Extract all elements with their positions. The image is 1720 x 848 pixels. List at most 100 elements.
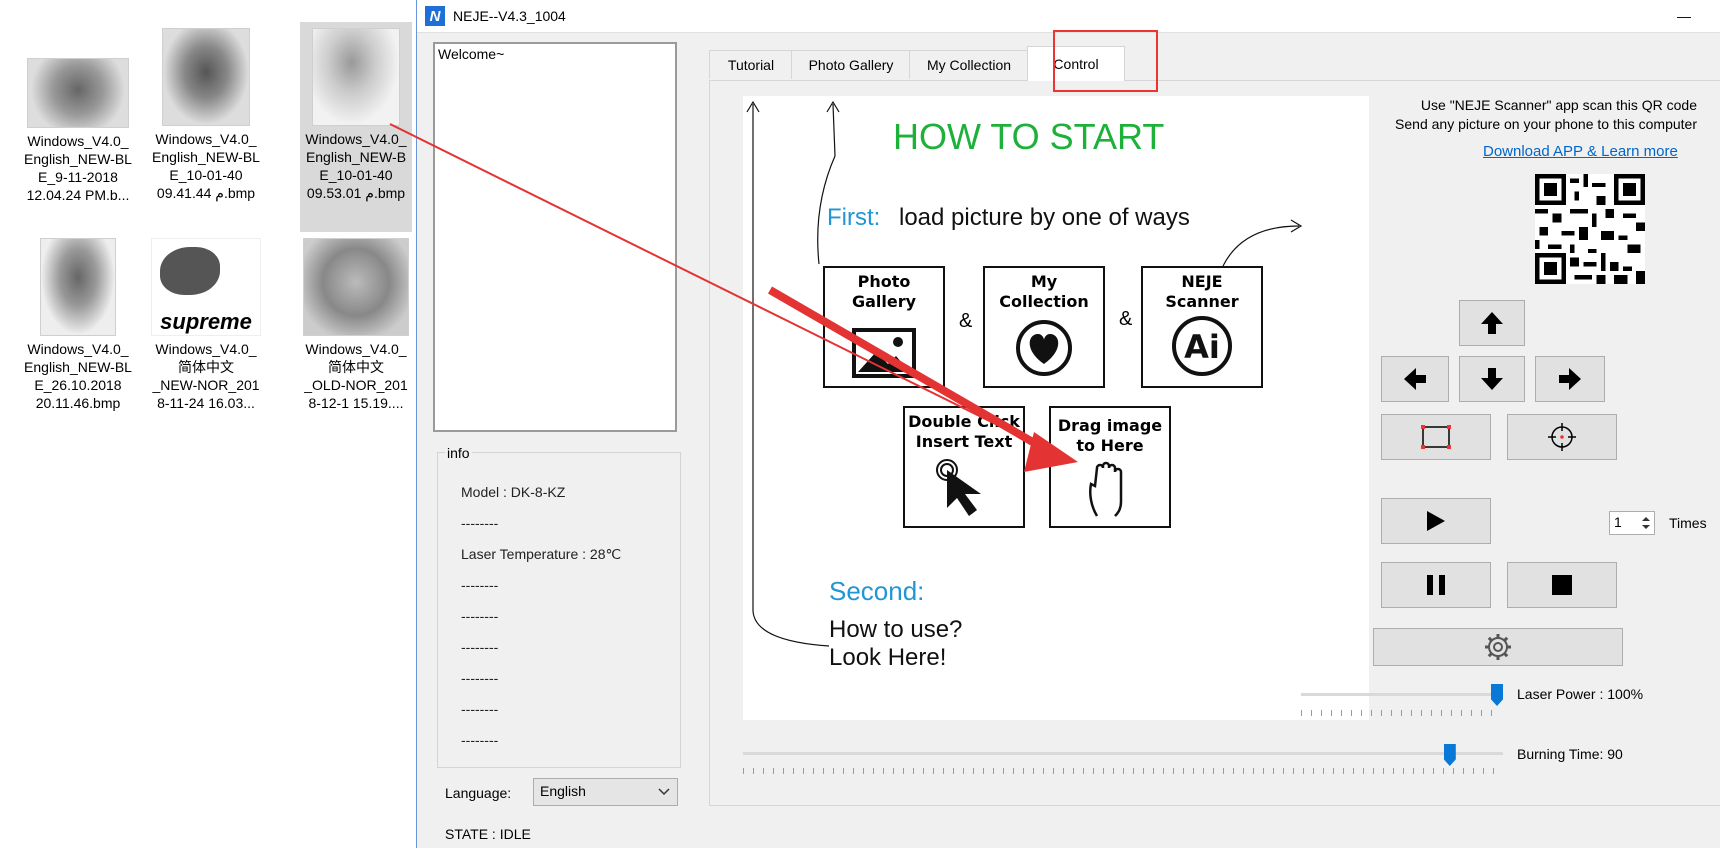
svg-text:Ai: Ai	[1184, 328, 1220, 366]
how-to-start-title: HOW TO START	[893, 116, 1165, 157]
bulldog-thumbnail	[27, 58, 129, 128]
second-label: Second:	[829, 576, 925, 606]
play-icon	[1427, 511, 1445, 531]
card-label: NEJE Scanner	[1165, 272, 1239, 311]
portrait-thumbnail	[40, 238, 116, 336]
move-right-button[interactable]	[1535, 356, 1605, 402]
times-stepper[interactable]: 1	[1609, 511, 1655, 535]
buddha-thumbnail	[303, 238, 409, 336]
laser-temperature: Laser Temperature : 28℃	[461, 546, 622, 562]
laser-power-track[interactable]	[1301, 693, 1501, 696]
language-select[interactable]: English	[533, 778, 678, 806]
portrait-thumbnail	[312, 28, 400, 126]
card-label: Double Click Insert Text	[908, 412, 1020, 451]
pause-button[interactable]	[1381, 562, 1491, 608]
card-label: Drag image to Here	[1057, 416, 1163, 455]
desktop-file-4[interactable]: Windows_V4.0_ English_NEW-BL E_26.10.2018 2…	[22, 232, 134, 412]
tab-my-collection[interactable]: My Collection	[909, 50, 1029, 79]
qr-code	[1535, 174, 1645, 284]
window-title: NEJE--V4.3_1004	[453, 8, 566, 24]
ampersand: &	[959, 310, 973, 332]
frame-icon	[1421, 425, 1451, 449]
burning-time-label: Burning Time: 90	[1517, 746, 1623, 762]
supreme-thumbnail: supreme	[151, 238, 261, 336]
desktop-file-5[interactable]: supreme Windows_V4.0_ 简体中文 _NEW-NOR_201 8-1…	[150, 232, 262, 412]
crosshair-icon	[1548, 423, 1576, 451]
qr-line-1: Use "NEJE Scanner" app scan this QR code	[1420, 97, 1697, 113]
gear-icon	[1485, 634, 1511, 660]
move-left-button[interactable]	[1381, 356, 1449, 402]
settings-button[interactable]	[1373, 628, 1623, 666]
desktop-file-1[interactable]: Windows_V4.0_ English_NEW-BL E_9-11-2018 12…	[22, 22, 134, 204]
arrow-left-icon	[1404, 368, 1426, 390]
neje-app-icon: N	[425, 6, 445, 26]
spinner-arrows-icon[interactable]	[1640, 514, 1652, 532]
download-app-link[interactable]: Download APP & Learn more	[1483, 143, 1678, 160]
card-label: Photo Gallery	[851, 272, 917, 311]
my-collection-card: My Collection	[983, 266, 1105, 388]
photo-gallery-card: Photo Gallery	[823, 266, 945, 388]
file-name: Windows_V4.0_ 简体中文 _NEW-NOR_201 8-11-24 16.…	[152, 341, 260, 411]
language-value: English	[540, 783, 586, 799]
tab-highlight-outline	[1053, 30, 1158, 92]
move-down-button[interactable]	[1459, 356, 1525, 402]
first-label: First:	[827, 204, 881, 231]
desktop-file-6[interactable]: Windows_V4.0_ 简体中文 _OLD-NOR_201 8-12-1 15.1…	[300, 232, 412, 412]
info-separator: --------	[461, 701, 499, 717]
burning-time-ticks	[743, 768, 1503, 774]
neje-app-window: N NEJE--V4.3_1004 — Welcome~ info Model …	[416, 0, 1720, 848]
welcome-log: Welcome~	[433, 42, 677, 432]
cartoon-figure	[160, 247, 220, 295]
howto-line-2: Look Here!	[829, 644, 947, 671]
desktop-file-2[interactable]: Windows_V4.0_ English_NEW-BL E_10-01-40 09.…	[150, 22, 262, 202]
file-name: Windows_V4.0_ English_NEW-B E_10-01-40 09.5…	[305, 131, 407, 201]
times-value: 1	[1614, 514, 1622, 530]
qr-instructions: Use "NEJE Scanner" app scan this QR code…	[1357, 96, 1697, 134]
stop-icon	[1552, 575, 1572, 595]
arrow-down-icon	[1481, 368, 1503, 390]
tab-photo-gallery[interactable]: Photo Gallery	[791, 50, 911, 79]
language-label: Language:	[445, 785, 512, 801]
burning-time-track[interactable]	[743, 752, 1503, 755]
file-name: Windows_V4.0_ English_NEW-BL E_9-11-2018 12…	[24, 133, 132, 203]
file-name: Windows_V4.0_ 简体中文 _OLD-NOR_201 8-12-1 15.1…	[304, 341, 408, 411]
card-label: My Collection	[999, 272, 1089, 311]
neje-scanner-card: NEJE Scanner Ai	[1141, 266, 1263, 388]
ampersand: &	[1119, 308, 1133, 330]
preview-frame-button[interactable]	[1381, 414, 1491, 460]
arrow-right-icon	[1559, 368, 1581, 390]
cursor-icon	[905, 454, 1023, 518]
file-name: Windows_V4.0_ English_NEW-BL E_26.10.2018 2…	[24, 341, 132, 411]
howto-line-1: How to use?	[829, 616, 963, 643]
info-separator: --------	[461, 639, 499, 655]
minimize-button[interactable]: —	[1661, 0, 1707, 32]
center-button[interactable]	[1507, 414, 1617, 460]
laser-power-label: Laser Power : 100%	[1517, 686, 1644, 702]
model-info: Model : DK-8-KZ	[461, 484, 566, 500]
hand-icon	[1051, 458, 1169, 518]
status-text: STATE : IDLE	[445, 826, 531, 842]
how-to-use-link[interactable]: How to use? Look Here!	[829, 616, 962, 672]
info-legend: info	[445, 445, 472, 461]
qr-line-2: Send any picture on your phone to this c…	[1395, 116, 1697, 132]
heart-icon	[985, 318, 1103, 378]
tab-label: Tutorial	[727, 57, 775, 73]
first-text: load picture by one of ways	[899, 204, 1190, 231]
image-canvas[interactable]: HOW TO START First: load picture by one …	[743, 96, 1369, 720]
pause-icon	[1427, 575, 1445, 595]
move-up-button[interactable]	[1459, 300, 1525, 346]
ampersand: &	[1027, 450, 1041, 472]
info-separator: --------	[461, 577, 499, 593]
chevron-down-icon	[658, 788, 670, 796]
arrow-up-icon	[1481, 312, 1503, 334]
welcome-text: Welcome~	[438, 46, 505, 62]
drag-image-card: Drag image to Here	[1049, 406, 1171, 528]
file-name: Windows_V4.0_ English_NEW-BL E_10-01-40 09.…	[152, 131, 260, 201]
stop-button[interactable]	[1507, 562, 1617, 608]
tab-tutorial[interactable]: Tutorial	[709, 50, 793, 79]
portrait-thumbnail	[162, 28, 250, 126]
start-button[interactable]	[1381, 498, 1491, 544]
image-icon	[825, 328, 943, 378]
desktop-file-3[interactable]: Windows_V4.0_ English_NEW-B E_10-01-40 09.5…	[300, 22, 412, 232]
laser-power-ticks	[1301, 710, 1501, 716]
